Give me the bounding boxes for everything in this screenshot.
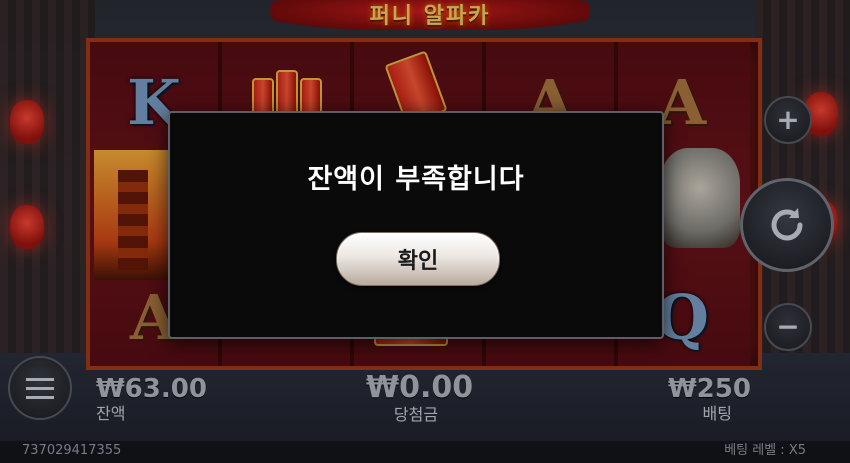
confirm-button[interactable]: 확인 (336, 232, 500, 286)
insufficient-balance-dialog: 잔액이 부족합니다 확인 (168, 111, 664, 339)
dialog-message: 잔액이 부족합니다 (307, 164, 525, 195)
confirm-button-label: 확인 (397, 249, 439, 274)
